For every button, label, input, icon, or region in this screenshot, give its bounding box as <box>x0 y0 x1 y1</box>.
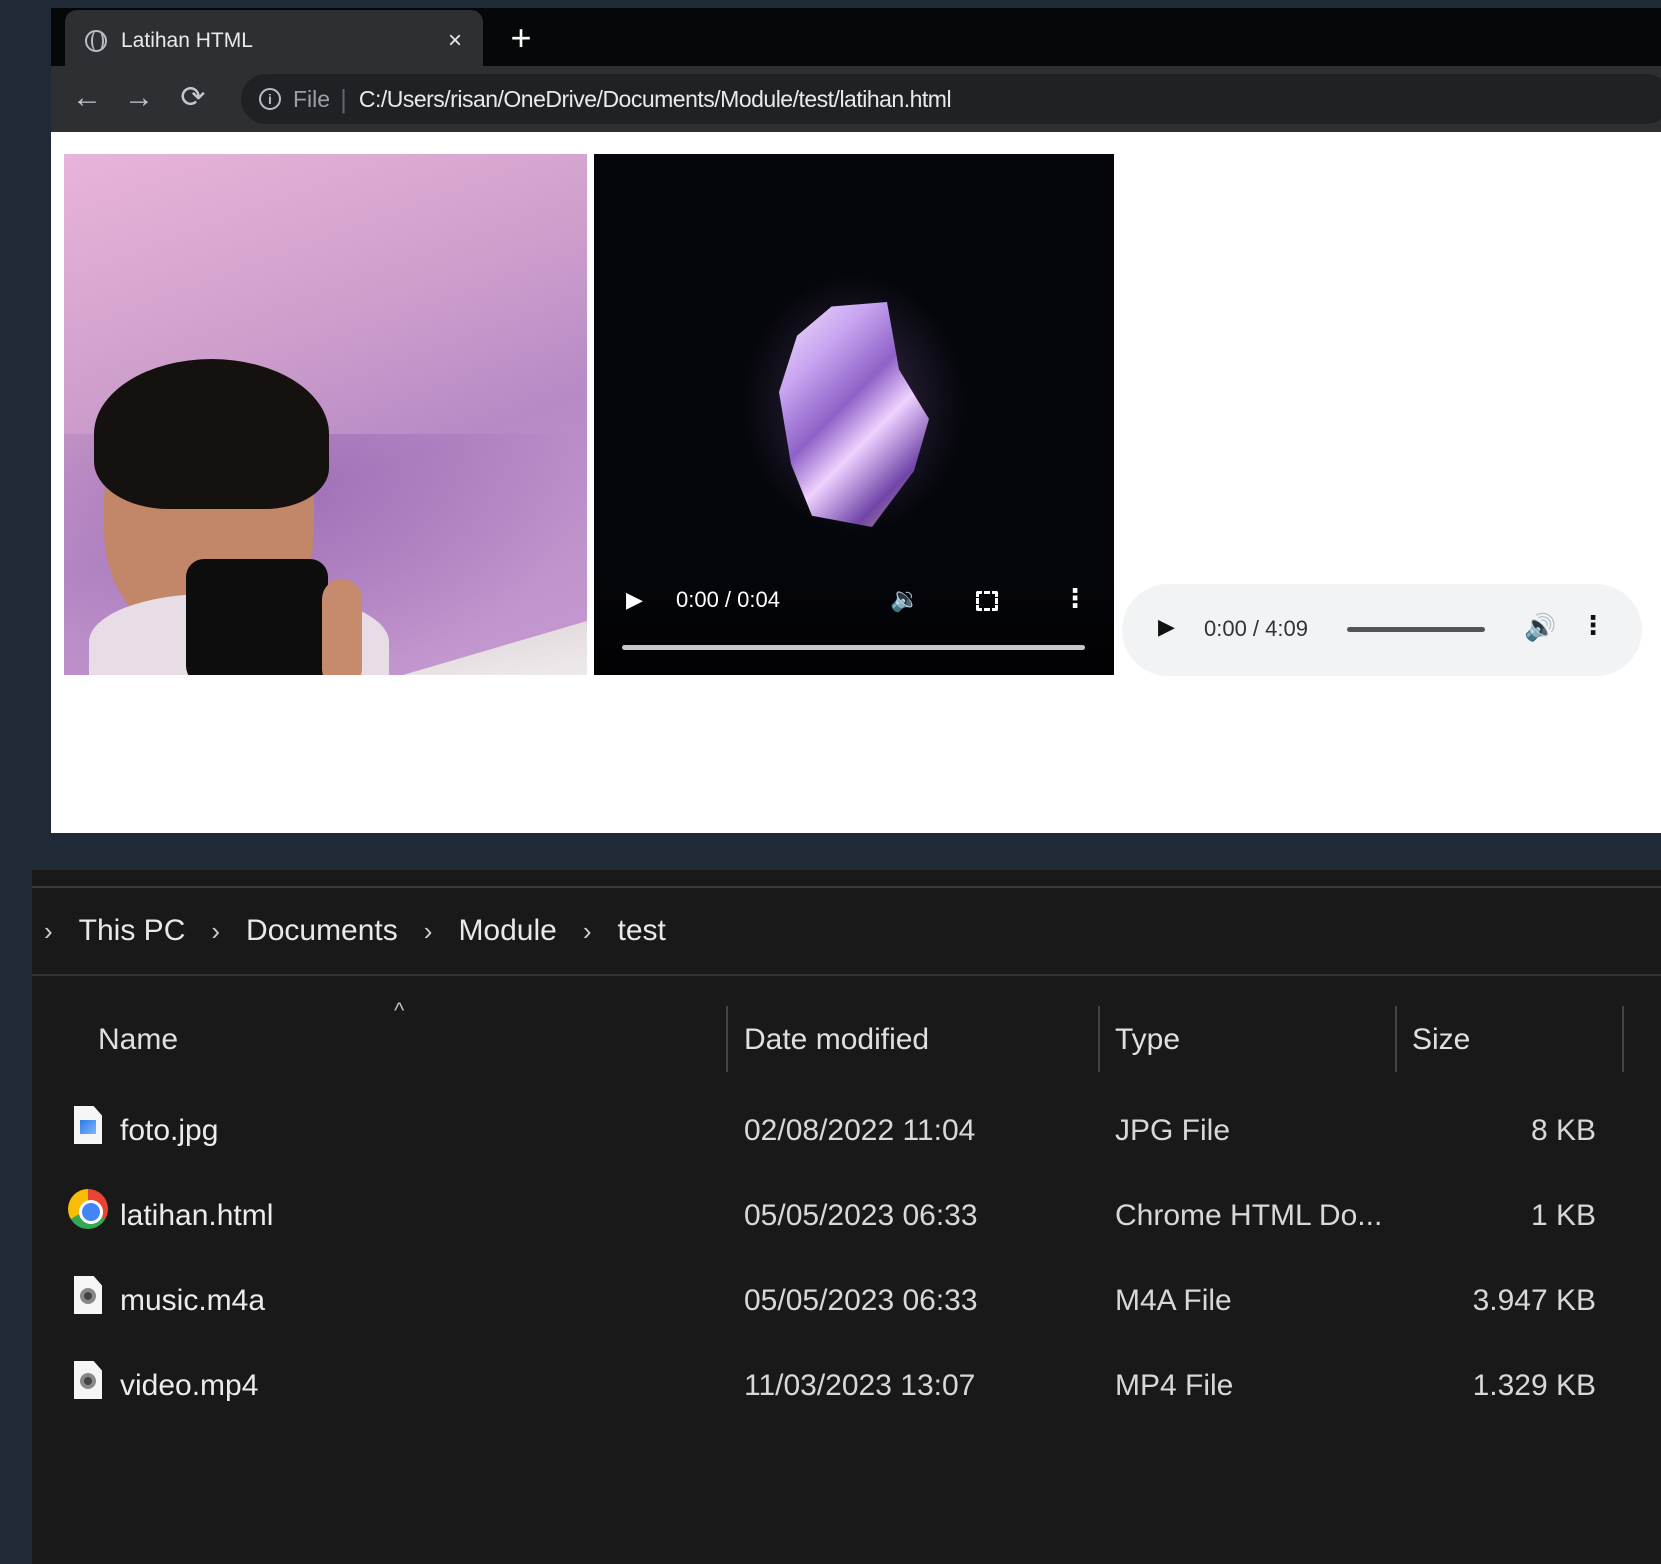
media-file-icon <box>74 1276 102 1316</box>
file-type: MP4 File <box>1115 1369 1234 1402</box>
column-header-type[interactable]: Type <box>1115 1014 1180 1078</box>
file-row-latihan[interactable]: latihan.html 05/05/2023 06:33 Chrome HTM… <box>32 1173 1661 1258</box>
file-name: foto.jpg <box>120 1114 219 1147</box>
new-tab-button[interactable]: + <box>501 18 541 58</box>
audio-progress-bar[interactable] <box>1347 627 1485 632</box>
video-controls: ▶ 0:00 / 0:04 🔉 ⋮ <box>594 565 1114 675</box>
file-row-music[interactable]: music.m4a 05/05/2023 06:33 M4A File 3.94… <box>32 1258 1661 1343</box>
breadcrumb[interactable]: › This PC › Documents › Module › test <box>32 888 1661 976</box>
tab-latihan-html[interactable]: Latihan HTML × <box>65 10 483 72</box>
tab-close-button[interactable]: × <box>441 27 469 55</box>
file-date: 11/03/2023 13:07 <box>744 1369 976 1402</box>
address-bar[interactable]: i File | C:/Users/risan/OneDrive/Documen… <box>241 74 1661 124</box>
audio-play-button[interactable]: ▶ <box>1158 614 1175 640</box>
chevron-right-icon[interactable]: › <box>583 916 592 947</box>
media-file-icon <box>74 1361 102 1401</box>
tab-title: Latihan HTML <box>121 29 253 52</box>
file-type: JPG File <box>1115 1114 1231 1147</box>
audio-more-options-icon[interactable]: ⋮ <box>1580 610 1606 641</box>
file-size: 1.329 KB <box>1472 1369 1596 1402</box>
photo-image <box>64 154 587 675</box>
file-type: Chrome HTML Do... <box>1115 1199 1383 1232</box>
breadcrumb-test[interactable]: test <box>618 914 666 948</box>
breadcrumb-this-pc[interactable]: This PC <box>79 914 186 948</box>
info-icon[interactable]: i <box>259 88 281 110</box>
forward-button[interactable]: → <box>119 78 159 118</box>
chevron-right-icon[interactable]: › <box>424 916 433 947</box>
chevron-right-icon[interactable]: › <box>44 916 53 947</box>
video-time: 0:00 / 0:04 <box>676 587 780 612</box>
breadcrumb-module[interactable]: Module <box>458 914 556 948</box>
url-text[interactable]: C:/Users/risan/OneDrive/Documents/Module… <box>359 86 952 113</box>
file-explorer-window: › This PC › Documents › Module › test ^ … <box>32 870 1661 1564</box>
column-header-size[interactable]: Size <box>1412 1014 1470 1078</box>
column-divider[interactable] <box>726 1006 728 1072</box>
page-viewport: ▶ 0:00 / 0:04 🔉 ⋮ ▶ 0:00 / 4:09 🔊 ⋮ <box>51 132 1661 833</box>
sort-ascending-icon: ^ <box>394 998 405 1023</box>
video-progress-bar[interactable] <box>622 645 1085 650</box>
column-divider[interactable] <box>1098 1006 1100 1072</box>
audio-volume-icon[interactable]: 🔊 <box>1524 612 1556 643</box>
fullscreen-icon[interactable] <box>976 591 998 611</box>
file-date: 05/05/2023 06:33 <box>744 1284 978 1317</box>
file-name: latihan.html <box>120 1199 274 1232</box>
column-divider[interactable] <box>1622 1006 1624 1072</box>
video-play-button[interactable]: ▶ <box>626 587 643 613</box>
file-row-video[interactable]: video.mp4 11/03/2023 13:07 MP4 File 1.32… <box>32 1343 1661 1428</box>
file-size: 3.947 KB <box>1472 1284 1596 1317</box>
url-separator: | <box>340 83 347 114</box>
column-divider[interactable] <box>1395 1006 1397 1072</box>
back-button[interactable]: ← <box>67 78 107 118</box>
chrome-icon <box>68 1189 108 1231</box>
file-size: 8 KB <box>1530 1114 1596 1147</box>
audio-time: 0:00 / 4:09 <box>1204 616 1308 641</box>
video-player[interactable]: ▶ 0:00 / 0:04 🔉 ⋮ <box>594 154 1114 675</box>
file-type: M4A File <box>1115 1284 1232 1317</box>
breadcrumb-documents[interactable]: Documents <box>246 914 398 948</box>
globe-icon <box>85 30 107 52</box>
file-name: music.m4a <box>120 1284 266 1317</box>
column-header-name[interactable]: Name <box>98 1014 178 1078</box>
tab-strip: Latihan HTML × + <box>51 8 1661 72</box>
audio-player[interactable]: ▶ 0:00 / 4:09 🔊 ⋮ <box>1122 584 1642 676</box>
phone-in-photo <box>186 559 328 675</box>
chevron-right-icon[interactable]: › <box>211 916 220 947</box>
file-date: 02/08/2022 11:04 <box>744 1114 976 1147</box>
file-list: ^ Name Date modified Type Size foto.jpg … <box>32 978 1661 1428</box>
url-scheme: File <box>293 85 331 112</box>
column-headers: ^ Name Date modified Type Size <box>32 978 1661 1088</box>
browser-window: Latihan HTML × + ← → ⟳ i File | C:/Users… <box>51 8 1661 833</box>
file-row-foto[interactable]: foto.jpg 02/08/2022 11:04 JPG File 8 KB <box>32 1088 1661 1173</box>
file-name: video.mp4 <box>120 1369 259 1402</box>
image-file-icon <box>74 1106 102 1146</box>
file-size: 1 KB <box>1530 1199 1596 1232</box>
video-mute-icon[interactable]: 🔉 <box>890 585 920 614</box>
browser-toolbar: ← → ⟳ i File | C:/Users/risan/OneDrive/D… <box>51 66 1661 132</box>
video-more-options-icon[interactable]: ⋮ <box>1062 583 1088 614</box>
file-date: 05/05/2023 06:33 <box>744 1199 978 1232</box>
column-header-date[interactable]: Date modified <box>744 1014 929 1078</box>
reload-button[interactable]: ⟳ <box>173 78 213 118</box>
